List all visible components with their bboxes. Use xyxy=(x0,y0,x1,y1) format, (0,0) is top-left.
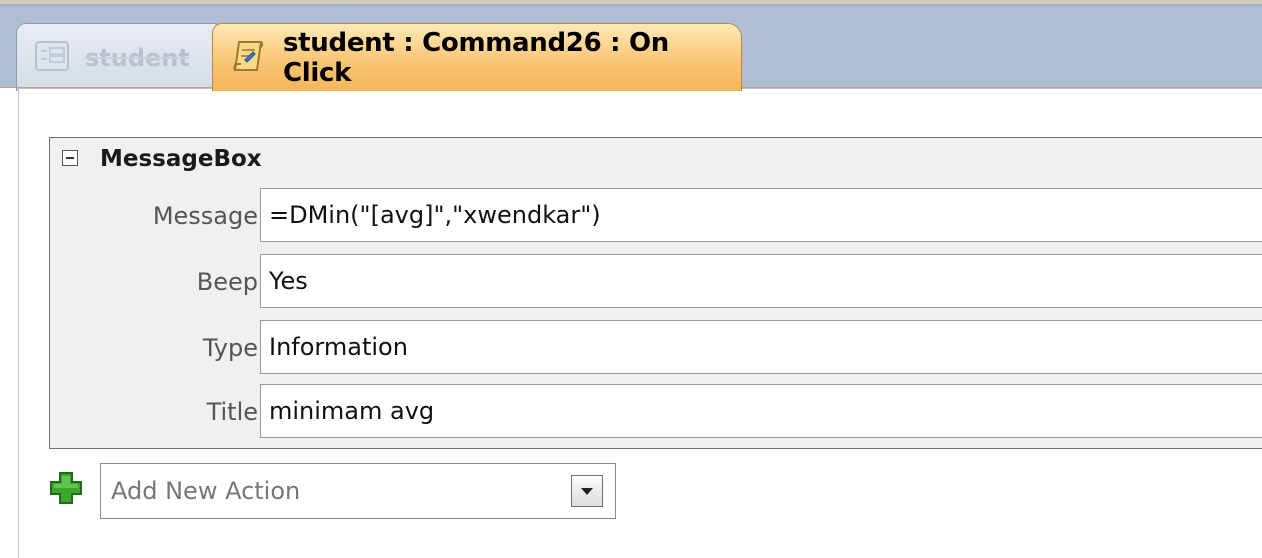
message-field[interactable]: =DMin("[avg]","xwendkar") xyxy=(260,188,1262,242)
macro-designer-pane: MessageBox Message =DMin("[avg]","xwendk… xyxy=(18,88,1262,558)
add-new-action-placeholder: Add New Action xyxy=(111,477,301,505)
tab-student-label: student xyxy=(85,43,190,72)
argument-row-beep: Beep Yes xyxy=(50,254,1262,310)
collapse-toggle-icon[interactable] xyxy=(62,150,78,166)
macro-scroll-icon xyxy=(231,38,267,78)
type-field[interactable]: Information xyxy=(260,320,1262,374)
argument-label: Type xyxy=(202,334,258,362)
argument-label: Title xyxy=(206,398,258,426)
title-field[interactable]: minimam avg xyxy=(260,384,1262,438)
argument-row-type: Type Information xyxy=(50,320,1262,376)
tab-macro-on-click[interactable]: student : Command26 : On Click xyxy=(212,23,742,91)
argument-row-message: Message =DMin("[avg]","xwendkar") xyxy=(50,188,1262,244)
tab-macro-label: student : Command26 : On Click xyxy=(283,27,669,88)
form-icon xyxy=(35,40,69,75)
argument-label: Beep xyxy=(196,268,258,296)
argument-row-title: Title minimam avg xyxy=(50,384,1262,440)
beep-field[interactable]: Yes xyxy=(260,254,1262,308)
argument-label: Message xyxy=(152,202,258,230)
chevron-down-icon[interactable] xyxy=(571,475,603,507)
document-tab-bar: student student : Command26 : On Click xyxy=(0,0,1262,91)
tab-student[interactable]: student xyxy=(16,23,228,91)
green-plus-icon[interactable] xyxy=(49,471,83,509)
action-block-messagebox[interactable]: MessageBox Message =DMin("[avg]","xwendk… xyxy=(49,137,1262,449)
add-new-action-combobox[interactable]: Add New Action xyxy=(100,463,616,519)
action-name: MessageBox xyxy=(100,146,262,172)
